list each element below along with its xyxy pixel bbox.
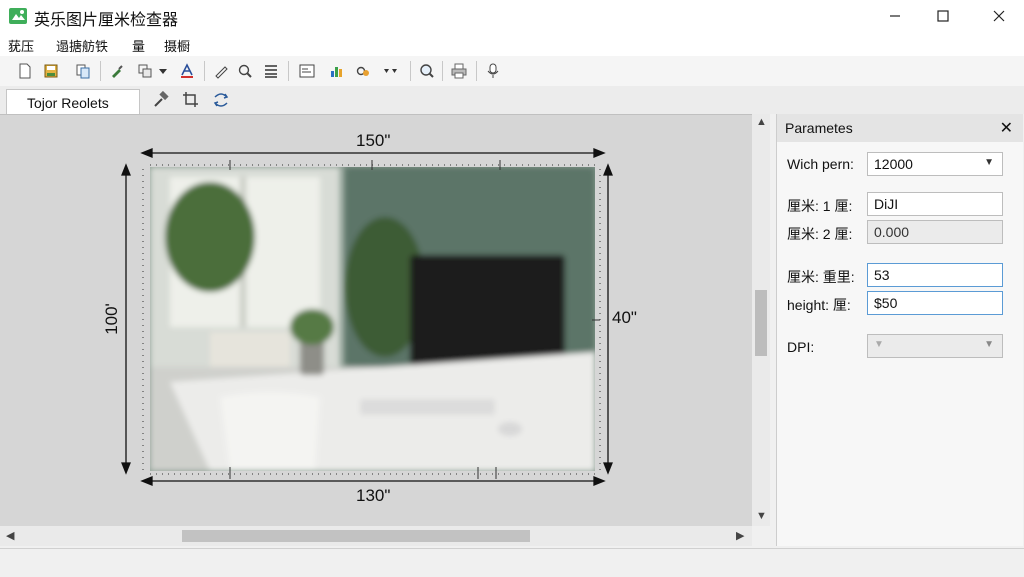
crop-icon[interactable] [134,60,156,82]
list-icon[interactable] [260,60,282,82]
app-logo-icon [9,8,27,24]
cm2-value: 0.000 [874,224,910,240]
cm1-value: DiJI [874,196,899,212]
cm2-label: 厘米: 2 厘: [787,226,853,242]
image-canvas[interactable]: 150" 130" 40" 100' [0,114,752,527]
panel-title: Parametes [785,120,853,136]
close-icon [993,10,1005,22]
horizontal-scroll-thumb[interactable] [182,530,530,542]
toolbar [0,56,1024,87]
new-file-icon[interactable] [14,60,36,82]
chevron-down-icon: ▼ [984,157,994,168]
printer-icon[interactable] [448,60,470,82]
brush-icon[interactable] [106,60,128,82]
width-select[interactable]: 12000 ▼ [867,152,1003,176]
height-label: height: 厘: [787,297,851,313]
menu-item-1[interactable]: 莸压 [8,36,34,55]
maximize-icon [937,10,949,22]
transform-icon[interactable] [210,89,232,111]
minimize-icon [890,15,900,17]
dimension-right: 40" [612,308,637,327]
chevron-down-icon: ▼ [984,339,994,350]
panel-close-icon[interactable]: ✕ [1000,118,1013,138]
text-color-icon[interactable] [176,60,198,82]
width-label: Wich pern: [787,156,854,172]
cm2-readonly: 0.000 [867,220,1003,244]
dpi-label: DPI: [787,339,815,355]
panel-header: Parametes ✕ [777,114,1023,142]
chart-icon[interactable] [326,60,348,82]
form-icon[interactable] [296,60,318,82]
more-dropdown-icon[interactable] [380,60,404,82]
tab-row: Tojor Reolets [0,86,1024,116]
menu-item-4[interactable]: 摄橱 [164,36,190,55]
pen-icon[interactable] [210,60,232,82]
menu-bar: 莸压 遢搪舫铁 量 摄橱 [0,32,1024,57]
status-bar [0,548,1024,577]
title-bar: 英乐图片厘米检查器 [0,0,1024,32]
width-value: 12000 [874,156,913,172]
height-value: $50 [874,295,898,311]
copy-icon[interactable] [72,60,94,82]
hammer-icon[interactable] [150,89,172,111]
crop-tool-icon[interactable] [180,89,202,111]
maximize-button[interactable] [920,0,966,32]
scroll-down-icon[interactable]: ▼ [756,510,767,522]
menu-item-3[interactable]: 量 [132,36,145,55]
window-title: 英乐图片厘米检查器 [34,12,179,29]
scroll-right-icon[interactable]: ▶ [736,529,744,542]
cm1-label: 厘米: 1 厘: [787,198,853,214]
cm3-label: 厘米: 重里: [787,269,855,285]
search-icon[interactable] [416,60,438,82]
tab-document[interactable]: Tojor Reolets [6,89,140,116]
close-button[interactable] [976,0,1022,32]
vertical-scroll-thumb[interactable] [755,290,767,356]
cm1-input[interactable]: DiJI [867,192,1003,216]
cm3-input[interactable]: 53 [867,263,1003,287]
parameters-panel: Parametes ✕ Wich pern: 12000 ▼ 厘米: 1 厘: … [776,114,1023,546]
menu-item-2[interactable]: 遢搪舫铁 [56,36,108,55]
vertical-scrollbar[interactable]: ▲ ▼ [752,114,770,526]
dropdown-icon[interactable] [156,60,170,82]
dimension-left: 100' [101,303,121,335]
tab-label: Tojor Reolets [27,95,109,111]
zoom-icon[interactable] [234,60,256,82]
scroll-up-icon[interactable]: ▲ [756,116,767,128]
dpi-select[interactable]: ▼ ▼ [867,334,1003,358]
link-icon[interactable] [352,60,374,82]
cm3-value: 53 [874,267,890,283]
horizontal-scrollbar[interactable]: ◀ ▶ [0,526,752,546]
chevron-down-icon: ▼ [874,339,884,350]
minimize-button[interactable] [872,0,918,32]
dimension-bottom: 130" [356,486,391,505]
dimension-top: 150" [356,131,391,150]
height-input[interactable]: $50 [867,291,1003,315]
scroll-left-icon[interactable]: ◀ [6,529,14,542]
save-icon[interactable] [40,60,62,82]
microphone-icon[interactable] [482,60,504,82]
